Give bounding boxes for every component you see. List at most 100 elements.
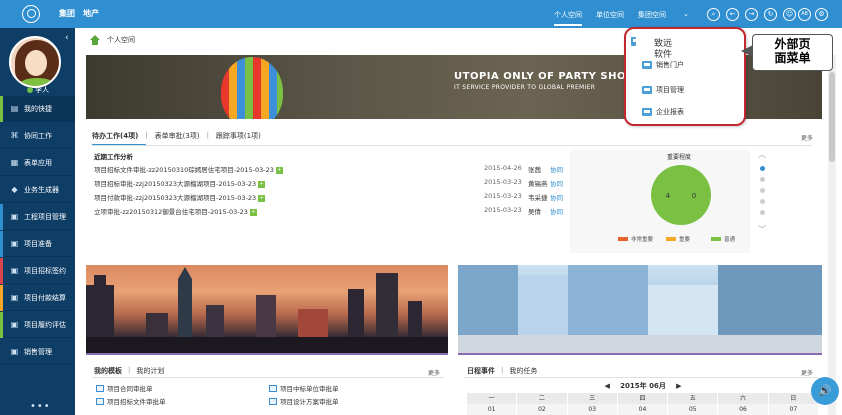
divider — [458, 353, 822, 355]
home-icon[interactable] — [89, 35, 101, 45]
new-badge-icon: + — [258, 194, 266, 202]
sidebar-item-shortcut[interactable]: ▤ 我的快捷 — [0, 96, 75, 122]
calendar-day[interactable]: 06 — [718, 404, 769, 415]
carousel-dot[interactable] — [760, 177, 765, 182]
calendar-day[interactable]: 05 — [668, 404, 719, 415]
carousel-dot[interactable] — [760, 166, 765, 171]
speaker-icon[interactable]: 🔊 — [811, 377, 839, 405]
carousel-dot[interactable] — [760, 188, 765, 193]
todo-action-link[interactable]: 协同 — [550, 206, 563, 216]
calendar-day[interactable]: 03 — [567, 404, 618, 415]
todo-title-text: 项目招标审批-zzj20150323大源榴湖项目-2015-03-23 — [94, 180, 257, 188]
next-month-icon[interactable]: ▶ — [676, 382, 681, 390]
pie-data-label: 4 — [666, 192, 671, 200]
sidebar-item-bid[interactable]: ▣ 项目招标签约 — [0, 258, 75, 284]
calendar-day[interactable]: 04 — [617, 404, 669, 415]
tab-schedule-events[interactable]: 日程事件 — [467, 366, 495, 376]
todo-action-link[interactable]: 协同 — [550, 178, 563, 188]
tab-personal-space[interactable]: 个人空间 — [554, 10, 582, 26]
table-row[interactable]: 项目招标审批-zzj20150323大源榴湖项目-2015-03-23 + 201… — [94, 178, 564, 190]
tab-unit-space[interactable]: 单位空间 — [596, 10, 624, 20]
sidebar-item-sales[interactable]: ▣ 销售管理 — [0, 339, 75, 365]
breadcrumb-current: 个人空间 — [107, 36, 135, 44]
calendar-day[interactable]: 02 — [517, 404, 568, 415]
sidebar-item-label: 我的快捷 — [24, 104, 52, 113]
calendar-day[interactable]: 01 — [467, 404, 518, 415]
todo-action-link[interactable]: 协同 — [550, 192, 563, 202]
chevron-up-icon[interactable]: ︿ — [758, 149, 766, 160]
nav-group[interactable]: 集团 — [59, 8, 75, 19]
template-item[interactable]: 项目招标文件审批单 — [96, 396, 166, 406]
a8-icon[interactable]: A8 — [798, 8, 811, 21]
sidebar-strip — [0, 312, 3, 338]
table-row[interactable]: 项目招标文件审批-zz20150310琮嫣居住宅项目-2015-03-23 + 2… — [94, 164, 564, 176]
template-item[interactable]: 项目合同审批单 — [96, 383, 153, 393]
new-badge-icon: + — [258, 180, 266, 188]
sidebar-item-generator[interactable]: ◆ 业务生成器 — [0, 177, 75, 203]
sidebar-item-label: 业务生成器 — [24, 185, 59, 194]
weekday: 六 — [718, 393, 769, 404]
table-row[interactable]: 项目付款审批-zzj20150323大源榴湖项目-2015-03-23 + 201… — [94, 192, 564, 204]
legend-item: 非常重要 — [618, 235, 653, 243]
scrollbar-thumb[interactable] — [829, 72, 835, 162]
collapse-sidebar-icon[interactable]: ‹ — [65, 33, 69, 43]
tab-group-space[interactable]: 集团空间 — [638, 10, 666, 20]
legend-item: 重要 — [666, 235, 690, 243]
nav-realestate[interactable]: 地产 — [83, 8, 99, 19]
chevron-down-icon[interactable]: ⌄ — [683, 10, 689, 18]
sidebar-item-label: 项目招标签约 — [24, 266, 66, 275]
tab-my-templates[interactable]: 我的模板 — [94, 366, 122, 376]
tab-tracking[interactable]: 跟踪事项(1项) — [216, 131, 261, 141]
sidebar-item-prepare[interactable]: ▣ 项目准备 — [0, 231, 75, 257]
sidebar-item-payment[interactable]: ▣ 项目付款结算 — [0, 285, 75, 311]
calendar-weekday-row: 一 二 三 四 五 六 日 — [467, 393, 819, 404]
weekday: 一 — [467, 393, 518, 404]
logo-icon[interactable] — [22, 5, 40, 23]
todo-action-link[interactable]: 协同 — [550, 164, 563, 174]
calendar-day[interactable]: 07 — [768, 404, 819, 415]
breadcrumb: 个人空间 — [89, 35, 135, 45]
more-link[interactable]: 更多 — [801, 133, 813, 142]
template-label: 项目招标文件审批单 — [107, 398, 166, 406]
carousel-dot[interactable] — [760, 199, 765, 204]
menu-item-project-management[interactable]: 项目管理 — [642, 85, 684, 95]
template-item[interactable]: 项目设计方案审批单 — [269, 396, 339, 406]
divider — [464, 377, 819, 378]
sidebar-item-collab[interactable]: ⌘ 协同工作 — [0, 123, 75, 149]
new-badge-icon: + — [275, 166, 283, 174]
more-link[interactable]: 更多 — [428, 368, 440, 377]
more-icon[interactable]: ••• — [30, 401, 51, 412]
forward-icon[interactable]: → — [745, 8, 758, 21]
tab-my-plans[interactable]: 我的计划 — [136, 366, 164, 376]
prev-month-icon[interactable]: ◀ — [605, 382, 610, 390]
menu-item-sales-portal[interactable]: 销售门户 — [642, 60, 684, 70]
banner-headline: UTOPIA ONLY OF PARTY SHOES — [454, 71, 641, 82]
avatar[interactable] — [9, 36, 61, 88]
more-link[interactable]: 更多 — [801, 368, 813, 377]
menu-item-enterprise-report[interactable]: 企业报表 — [642, 107, 684, 117]
new-badge-icon: + — [249, 208, 257, 216]
project-icon: ▣ — [10, 212, 19, 221]
top-bar: 集团 地产 个人空间 单位空间 集团空间 ⌄ ⌕ ← → ↻ ☺ A8 ⚙ — [0, 0, 842, 28]
sidebar-item-form[interactable]: ▦ 表单应用 — [0, 150, 75, 176]
back-icon[interactable]: ← — [726, 8, 739, 21]
table-row[interactable]: 立项审批-zz20150312御景台住宅项目-2015-03-23 + 2015-… — [94, 206, 564, 218]
template-item[interactable]: 项目中标单位审批单 — [269, 383, 339, 393]
search-icon[interactable]: ⌕ — [707, 8, 720, 21]
sidebar-item-evaluation[interactable]: ▣ 项目履约评估 — [0, 312, 75, 338]
tab-my-tasks[interactable]: 我的任务 — [509, 366, 537, 376]
refresh-icon[interactable]: ↻ — [764, 8, 777, 21]
settings-icon[interactable]: ⚙ — [815, 8, 828, 21]
pie-slice[interactable] — [651, 165, 711, 225]
tab-pending-work[interactable]: 待办工作(4项) — [92, 131, 138, 141]
sidebar-item-label: 项目准备 — [24, 239, 52, 248]
todo-date: 2015-03-23 — [484, 178, 522, 186]
todo-person: 韦采捷 — [528, 194, 548, 202]
sidebar-item-project[interactable]: ▣ 工程项目管理 — [0, 204, 75, 230]
tab-form-approval[interactable]: 表单审批(3项) — [155, 131, 200, 141]
glass-building-image — [458, 265, 822, 354]
user-icon[interactable]: ☺ — [783, 8, 796, 21]
legend-swatch — [711, 237, 721, 241]
carousel-dot[interactable] — [760, 210, 765, 215]
chevron-down-icon[interactable]: ﹀ — [758, 224, 766, 235]
